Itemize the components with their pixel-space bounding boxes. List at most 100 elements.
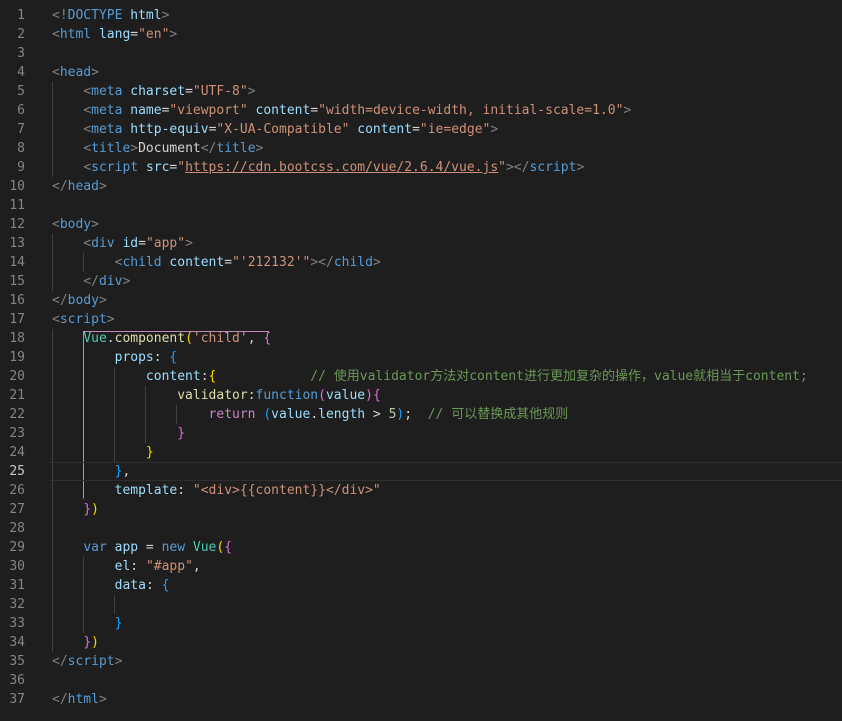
code-token: 'child'	[192, 331, 248, 346]
code-token: "UTF-8"	[192, 84, 248, 99]
code-line[interactable]: 24 }	[0, 443, 842, 462]
code-token: <	[52, 27, 60, 42]
line-code: }	[52, 424, 185, 443]
line-code: })	[52, 500, 99, 519]
code-token: id	[122, 236, 139, 251]
code-editor[interactable]: 1 <!DOCTYPE html> 2 <html lang="en"> 3 4 <head…	[0, 0, 842, 721]
code-token: ;	[404, 407, 428, 422]
code-token: data	[114, 578, 146, 593]
code-token: title	[216, 141, 256, 156]
code-line[interactable]: 16 </body>	[0, 291, 842, 310]
code-token: body	[67, 293, 99, 308]
line-number: 11	[9, 198, 25, 213]
line-number: 25	[9, 464, 25, 479]
code-line[interactable]: 2 <html lang="en">	[0, 25, 842, 44]
code-token: meta	[91, 122, 123, 137]
code-token: <	[83, 236, 92, 251]
code-line[interactable]: 9 <script src="https://cdn.bootcss.com/v…	[0, 158, 842, 177]
line-number: 33	[9, 616, 25, 631]
code-line[interactable]: 1 <!DOCTYPE html>	[0, 6, 842, 25]
line-number: 27	[9, 502, 25, 517]
line-code: content:{ // 使用validator方法对content进行更加复杂…	[52, 367, 808, 386]
code-line[interactable]: 4 <head>	[0, 63, 842, 82]
code-line[interactable]: 36	[0, 671, 842, 690]
code-token: >	[106, 312, 115, 327]
code-line[interactable]: 22 return (value.length > 5); // 可以替换成其他…	[0, 405, 842, 424]
code-line[interactable]: 13 <div id="app">	[0, 234, 842, 253]
code-line[interactable]: 5 <meta charset="UTF-8">	[0, 82, 842, 101]
code-line[interactable]: 10 </head>	[0, 177, 842, 196]
code-token: div	[91, 236, 115, 251]
line-number: 13	[9, 236, 25, 251]
code-token: >	[98, 692, 107, 707]
code-token: .	[106, 331, 115, 346]
line-number: 17	[9, 312, 25, 327]
code-line[interactable]: 18 Vue.component('child', {	[0, 329, 842, 348]
code-token: <	[83, 103, 92, 118]
code-line[interactable]: 33 }	[0, 614, 842, 633]
code-line[interactable]: 34 })	[0, 633, 842, 652]
line-code: })	[52, 633, 99, 652]
code-line[interactable]: 6 <meta name="viewport" content="width=d…	[0, 101, 842, 120]
line-number: 22	[9, 407, 25, 422]
code-line[interactable]: 26 template: "<div>{{content}}</div>"	[0, 481, 842, 500]
line-number: 19	[9, 350, 25, 365]
line-code: <child content="'212132'"></child>	[52, 253, 381, 272]
code-line[interactable]: 29 var app = new Vue({	[0, 538, 842, 557]
code-token: }	[145, 445, 154, 460]
code-token: "	[498, 160, 506, 175]
code-token: >	[185, 236, 193, 251]
code-line[interactable]: 32	[0, 595, 842, 614]
code-token: <	[83, 141, 92, 156]
code-line[interactable]: 19 props: {	[0, 348, 842, 367]
code-line[interactable]: 7 <meta http-equiv = "X-UA-Compatible" con…	[0, 120, 842, 139]
code-line[interactable]: 23 }	[0, 424, 842, 443]
code-token: // 可以替换成其他规则	[427, 407, 569, 422]
code-line[interactable]: 11	[0, 196, 842, 215]
line-code: <div id="app">	[52, 234, 193, 253]
code-line[interactable]: 8 <title>Document</title>	[0, 139, 842, 158]
code-line[interactable]: 27 })	[0, 500, 842, 519]
line-code: </div>	[52, 272, 130, 291]
code-token: charset	[130, 84, 186, 99]
code-token: script	[91, 160, 139, 175]
code-token: =	[130, 27, 139, 42]
line-code: el: "#app",	[52, 557, 201, 576]
line-number: 32	[9, 597, 25, 612]
code-token: ></	[505, 160, 530, 175]
code-line[interactable]: 20 content:{ // 使用validator方法对content进行更…	[0, 367, 842, 386]
code-line[interactable]: 21 validator:function(value){	[0, 386, 842, 405]
code-token: {	[372, 388, 381, 403]
code-line[interactable]: 12 <body>	[0, 215, 842, 234]
code-token: content	[145, 369, 201, 384]
code-line[interactable]: 25 },	[0, 462, 842, 481]
code-token: >	[98, 179, 107, 194]
code-line[interactable]: 28	[0, 519, 842, 538]
code-line[interactable]: 35 </script>	[0, 652, 842, 671]
code-line[interactable]: 30 el: "#app",	[0, 557, 842, 576]
code-line[interactable]: 17 <script>	[0, 310, 842, 329]
line-number: 1	[17, 8, 25, 23]
code-line[interactable]: 3	[0, 44, 842, 63]
code-token: content	[255, 103, 311, 118]
code-line[interactable]: 15 </div>	[0, 272, 842, 291]
code-line[interactable]: 31 data: {	[0, 576, 842, 595]
line-code: },	[52, 462, 131, 481]
code-token: :	[200, 369, 209, 384]
code-line[interactable]: 37 </html>	[0, 690, 842, 709]
line-number: 10	[9, 179, 25, 194]
code-token: >	[98, 293, 107, 308]
line-code: <meta name="viewport" content="width=dev…	[52, 101, 631, 120]
code-token: >	[91, 217, 99, 232]
code-token: }	[114, 616, 123, 631]
code-token: head	[67, 179, 99, 194]
code-token: {	[169, 350, 178, 365]
code-line[interactable]: 14 <child content="'212132'"></child>	[0, 253, 842, 272]
code-token: meta	[91, 84, 123, 99]
line-number: 21	[9, 388, 25, 403]
code-token: new	[161, 540, 186, 555]
